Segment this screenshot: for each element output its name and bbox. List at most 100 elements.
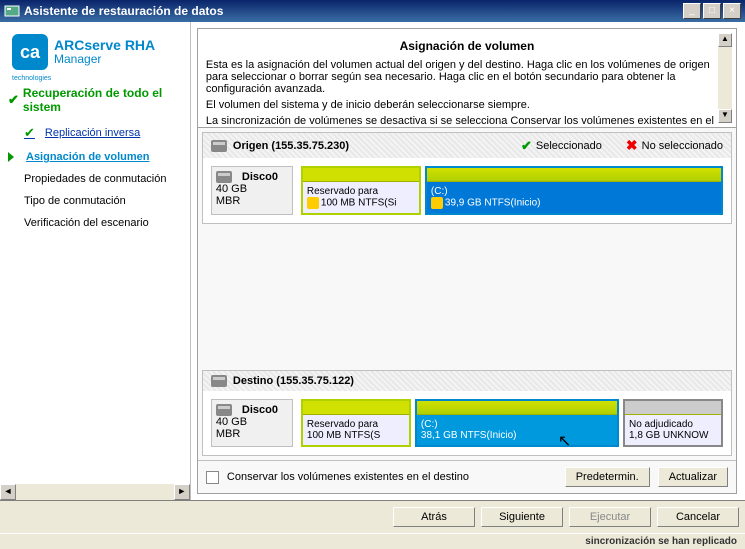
wizard-header: ✔ Recuperación de todo el sistem bbox=[4, 80, 186, 120]
partition-title: Reservado para bbox=[307, 186, 415, 197]
wizard-header-text: Recuperación de todo el sistem bbox=[23, 86, 182, 114]
nav-tipo-conmutacion[interactable]: Tipo de conmutación bbox=[4, 190, 186, 212]
disk-name: Disco0 bbox=[242, 404, 278, 416]
nav-replicacion-inversa[interactable]: ✔ Replicación inversa bbox=[4, 120, 186, 146]
dest-label: Destino bbox=[233, 375, 273, 387]
app-icon bbox=[4, 3, 20, 19]
volume-area: Origen (155.35.75.230) ✔ Seleccionado ✖ No… bbox=[197, 128, 737, 494]
dest-header: Destino (155.35.75.122) bbox=[203, 371, 731, 391]
partition-detail: 100 MB NTFS(S bbox=[307, 430, 405, 441]
sidebar: ca technologies ARCserve RHA Manager ✔ R… bbox=[0, 22, 191, 500]
dest-partition-unalloc[interactable]: No adjudicado 1,8 GB UNKNOW bbox=[623, 399, 723, 447]
scroll-left-icon[interactable]: ◄ bbox=[0, 484, 16, 500]
disk-icon bbox=[216, 171, 232, 183]
dest-partition-reserved[interactable]: Reservado para 100 MB NTFS(S bbox=[301, 399, 411, 447]
partition-title: No adjudicado bbox=[629, 419, 717, 430]
check-icon: ✔ bbox=[521, 138, 532, 154]
check-icon: ✔ bbox=[8, 92, 19, 108]
disk-type: MBR bbox=[216, 195, 288, 207]
btn-label: Cancelar bbox=[676, 511, 720, 523]
disk-icon bbox=[216, 404, 232, 416]
nav-label: Propiedades de conmutación bbox=[24, 173, 166, 185]
content-pane: Asignación de volumen Esta es la asignac… bbox=[191, 22, 745, 500]
nav-label: Tipo de conmutación bbox=[24, 195, 126, 207]
legend-label: Seleccionado bbox=[536, 140, 602, 152]
scroll-down-icon[interactable]: ▼ bbox=[718, 109, 732, 123]
window-title: Asistente de restauración de datos bbox=[24, 4, 681, 18]
partition-title: (C:) bbox=[431, 186, 717, 197]
source-partition-c[interactable]: (C:) 39,9 GB NTFS(Inicio) bbox=[425, 166, 723, 215]
volume-icon bbox=[431, 197, 443, 209]
nav-asignacion-volumen[interactable]: Asignación de volumen bbox=[4, 146, 186, 168]
legend-unselected: ✖ No seleccionado bbox=[626, 137, 723, 154]
disk-name: Disco0 bbox=[242, 171, 278, 183]
source-partition-reserved[interactable]: Reservado para 100 MB NTFS(Si bbox=[301, 166, 421, 215]
x-icon: ✖ bbox=[626, 137, 638, 154]
disk-icon bbox=[211, 375, 227, 387]
preserve-label: Conservar los volúmenes existentes en el… bbox=[227, 471, 557, 483]
cancel-button[interactable]: Cancelar bbox=[657, 507, 739, 527]
logo-tech: technologies bbox=[12, 75, 51, 82]
content-p3: La sincronización de volúmenes se desact… bbox=[204, 113, 730, 128]
source-disk-info[interactable]: Disco0 40 GB MBR bbox=[211, 166, 293, 215]
partition-detail: 100 MB NTFS(Si bbox=[321, 198, 397, 209]
nav-verificacion-escenario[interactable]: Verificación del escenario bbox=[4, 212, 186, 234]
description-vscroll[interactable]: ▲ ▼ bbox=[718, 33, 732, 123]
partition-title: (C:) bbox=[421, 419, 613, 430]
status-bar: sincronización se han replicado bbox=[0, 533, 745, 549]
back-button[interactable]: Atrás bbox=[393, 507, 475, 527]
description-box: Asignación de volumen Esta es la asignac… bbox=[197, 28, 737, 128]
partition-detail: 1,8 GB UNKNOW bbox=[629, 430, 717, 441]
content-p1: Esta es la asignación del volumen actual… bbox=[204, 57, 730, 97]
options-row: Conservar los volúmenes existentes en el… bbox=[198, 460, 736, 493]
partition-detail: 39,9 GB NTFS(Inicio) bbox=[445, 198, 541, 209]
run-button: Ejecutar bbox=[569, 507, 651, 527]
dest-section: Destino (155.35.75.122) Disco0 40 GB MBR… bbox=[202, 370, 732, 456]
disk-icon bbox=[211, 140, 227, 152]
nav-propiedades-conmutacion[interactable]: Propiedades de conmutación bbox=[4, 168, 186, 190]
source-header: Origen (155.35.75.230) ✔ Seleccionado ✖ No… bbox=[203, 133, 731, 158]
volume-icon bbox=[307, 197, 319, 209]
source-label: Origen bbox=[233, 140, 268, 152]
arrow-icon bbox=[8, 152, 14, 162]
content-heading: Asignación de volumen bbox=[204, 35, 730, 57]
default-button[interactable]: Predetermin. bbox=[565, 467, 650, 487]
partition-title: Reservado para bbox=[307, 419, 405, 430]
product-sub: Manager bbox=[54, 53, 155, 66]
dest-partition-c[interactable]: (C:) 38,1 GB NTFS(Inicio) bbox=[415, 399, 619, 447]
close-button[interactable]: × bbox=[723, 3, 741, 19]
nav-label: Verificación del escenario bbox=[24, 217, 149, 229]
update-button[interactable]: Actualizar bbox=[658, 467, 728, 487]
scroll-up-icon[interactable]: ▲ bbox=[718, 33, 732, 47]
title-bar[interactable]: Asistente de restauración de datos _ □ × bbox=[0, 0, 745, 22]
product-name: ARCserve RHA bbox=[54, 38, 155, 53]
scroll-right-icon[interactable]: ► bbox=[174, 484, 190, 500]
btn-label: Atrás bbox=[421, 511, 447, 523]
next-button[interactable]: Siguiente bbox=[481, 507, 563, 527]
scroll-track[interactable] bbox=[718, 47, 732, 109]
disk-size: 40 GB bbox=[216, 416, 288, 428]
sidebar-hscroll[interactable]: ◄ ► bbox=[0, 484, 190, 500]
disk-size: 40 GB bbox=[216, 183, 288, 195]
btn-label: Siguiente bbox=[499, 511, 545, 523]
maximize-button[interactable]: □ bbox=[703, 3, 721, 19]
brand-logo: ca technologies ARCserve RHA Manager bbox=[4, 28, 186, 80]
minimize-button[interactable]: _ bbox=[683, 3, 701, 19]
logo-badge: ca bbox=[12, 34, 48, 70]
legend-label: No seleccionado bbox=[642, 140, 723, 152]
disk-type: MBR bbox=[216, 428, 288, 440]
source-section: Origen (155.35.75.230) ✔ Seleccionado ✖ No… bbox=[202, 132, 732, 224]
source-ip: (155.35.75.230) bbox=[271, 140, 349, 152]
dest-disk-info[interactable]: Disco0 40 GB MBR bbox=[211, 399, 293, 447]
content-p2: El volumen del sistema y de inicio deber… bbox=[204, 97, 730, 113]
preserve-checkbox[interactable] bbox=[206, 471, 219, 484]
dest-ip: (155.35.75.122) bbox=[276, 375, 354, 387]
legend-selected: ✔ Seleccionado bbox=[521, 138, 602, 154]
wizard-buttons: Atrás Siguiente Ejecutar Cancelar bbox=[0, 500, 745, 533]
nav-label: Asignación de volumen bbox=[26, 151, 149, 163]
partition-detail: 38,1 GB NTFS(Inicio) bbox=[421, 430, 613, 441]
check-icon: ✔ bbox=[24, 125, 35, 141]
btn-label: Ejecutar bbox=[590, 511, 630, 523]
nav-label: Replicación inversa bbox=[45, 127, 140, 139]
scroll-track[interactable] bbox=[16, 484, 174, 500]
